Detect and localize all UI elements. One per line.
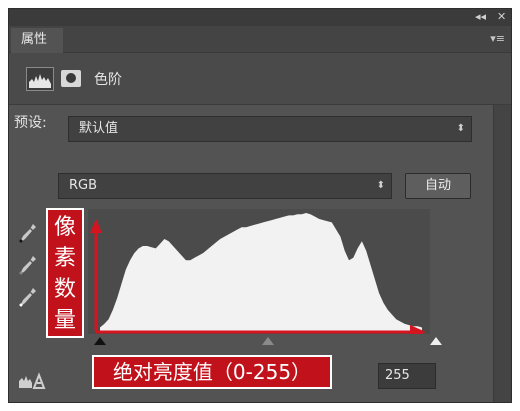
annotation-char: 数 [53, 277, 76, 302]
annotation-char: 像 [53, 215, 76, 240]
input-levels-slider[interactable] [88, 334, 430, 346]
preset-select[interactable]: 默认值 ⬍ [68, 116, 472, 142]
pixel-count-annotation: 像 素 数 量 [46, 208, 84, 338]
histogram-area [100, 213, 422, 331]
pixel-count-arrowhead [90, 219, 102, 233]
select-arrows-icon: ⬍ [456, 123, 465, 134]
white-point-handle[interactable] [430, 337, 442, 345]
white-point-eyedropper-icon[interactable] [18, 286, 38, 308]
annotation-char: 量 [53, 308, 76, 333]
channel-select[interactable]: RGB ⬍ [58, 173, 392, 199]
adjustment-header: 色阶 [9, 53, 511, 105]
adjustment-type-label: 色阶 [94, 72, 122, 88]
panel-menu-icon[interactable]: ▾≡ [490, 32, 505, 45]
preset-value: 默认值 [79, 121, 119, 136]
panel-titlebar: ◂◂ ✕ [9, 9, 511, 26]
tab-properties[interactable]: 属性 [11, 28, 63, 53]
auto-button[interactable]: 自动 [405, 173, 471, 199]
black-point-handle[interactable] [94, 337, 106, 345]
gray-point-eyedropper-icon[interactable] [18, 254, 38, 276]
select-arrows-icon: ⬍ [376, 180, 385, 191]
preset-label: 预设: [14, 115, 47, 131]
black-point-eyedropper-icon[interactable] [18, 222, 38, 244]
panel-scrollbar[interactable] [493, 105, 511, 402]
close-panel-icon[interactable]: ✕ [497, 10, 506, 24]
histogram-chart [90, 213, 426, 334]
collapse-panel-icon[interactable]: ◂◂ [475, 10, 486, 24]
clipping-warning-icon[interactable] [18, 371, 48, 391]
panel-tab-row: 属性 ▾≡ [9, 26, 511, 53]
annotation-char: 素 [53, 246, 76, 271]
white-input-field[interactable]: 255 [378, 363, 436, 389]
levels-histogram-icon[interactable] [26, 67, 54, 91]
channel-value: RGB [69, 178, 98, 193]
layer-mask-icon[interactable] [61, 70, 81, 87]
gamma-handle[interactable] [262, 337, 274, 345]
brightness-annotation: 绝对亮度值（0-255） [92, 355, 332, 389]
brightness-arrowhead [410, 325, 426, 334]
histogram [88, 209, 430, 334]
